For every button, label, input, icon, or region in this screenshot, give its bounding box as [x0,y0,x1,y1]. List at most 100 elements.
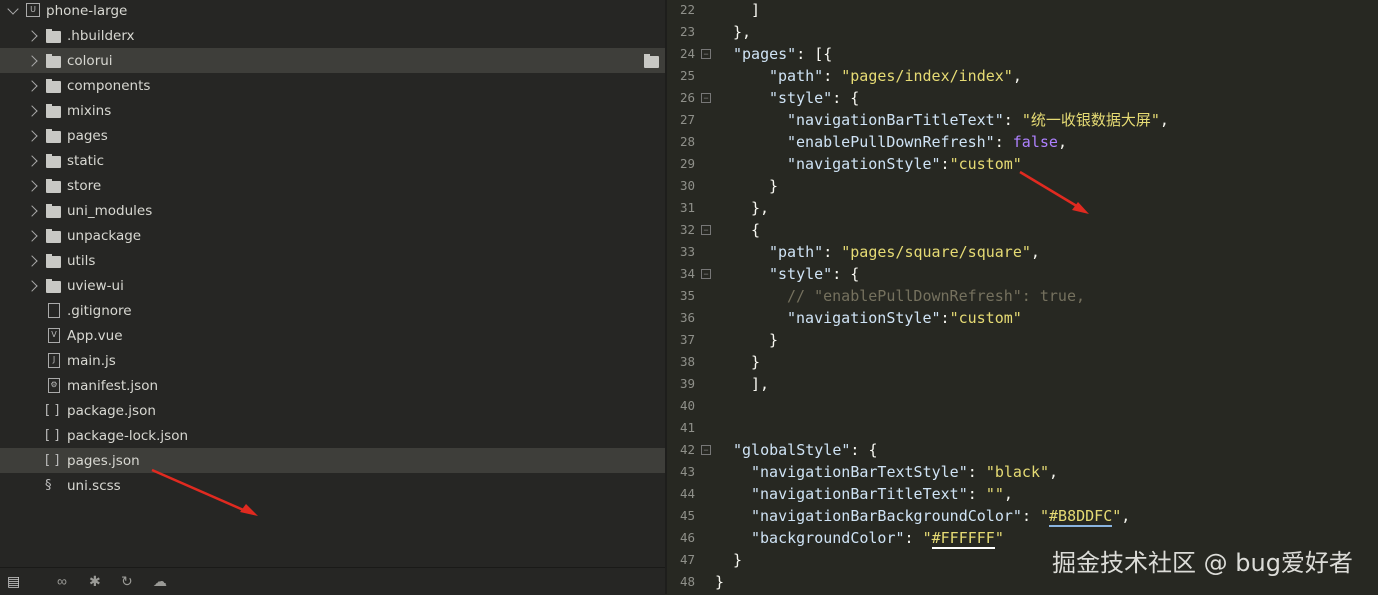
code-token: "style" [769,265,833,283]
code-token: }, [751,199,770,217]
uniapp-project-icon: U [26,3,40,17]
code-token: "path" [769,243,824,261]
line-number: 30 [679,178,695,193]
bug-icon[interactable]: ✱ [89,573,101,590]
line-number: 45 [679,508,695,523]
tree-item-label: manifest.json [67,377,159,394]
line-number: 40 [679,398,695,413]
tree-item-uview-ui[interactable]: uview-ui [0,273,665,298]
fold-toggle-icon[interactable]: − [701,225,711,235]
code-token: "globalStyle" [733,441,851,459]
code-line: "globalStyle": { [733,439,878,461]
tree-item-App-vue[interactable]: V App.vue [0,323,665,348]
tree-item-label: uni.scss [67,477,121,494]
tree-item-main-js[interactable]: Jmain.js [0,348,665,373]
line-number: 34 [679,266,695,281]
code-token: "统一收银数据大屏" [1021,111,1160,129]
tree-item-package-lock-json[interactable]: [ ] package-lock.json [0,423,665,448]
code-line: } [751,351,760,373]
code-token: : [{ [796,45,833,63]
explorer-toolbar: ▤ ∞ ✱ ↻ ☁ [0,567,665,595]
code-token: "style" [769,89,833,107]
code-token: "backgroundColor" [751,529,905,547]
tree-item-label: App.vue [67,327,123,344]
tree-item-static[interactable]: static [0,148,665,173]
code-line: "style": { [769,263,859,285]
line-gutter: 22 23 24−25 26−27 28 29 30 31 32−33 34−35 36 37 38 39… [667,0,711,594]
code-token: "custom" [949,155,1022,173]
code-line: "navigationBarTitleText": "", [751,483,1013,505]
code-token: : { [832,265,860,283]
line-number: 39 [679,376,695,391]
project-name: phone-large [46,2,128,19]
code-token: : [967,463,986,481]
cloud-icon[interactable]: ☁ [153,573,167,590]
code-token: : [940,309,950,327]
code-token: } [751,353,761,371]
fold-toggle-icon[interactable]: − [701,93,711,103]
tree-item-uni-scss[interactable]: § uni.scss [0,473,665,498]
folder-icon [46,104,61,118]
red-arrow-editor [1019,170,1089,214]
tree-item-pages[interactable]: pages [0,123,665,148]
code-token: , [1003,485,1013,503]
code-token: "pages/square/square" [841,243,1031,261]
line-number: 38 [679,354,695,369]
tree-item-mixins[interactable]: mixins [0,98,665,123]
chevron-right-icon [26,104,38,117]
code-token: : { [832,89,860,107]
code-line: "navigationStyle":"custom" [787,307,1022,329]
line-number: 32 [679,222,695,237]
code-token: : { [850,441,878,459]
tree-item-manifest-json[interactable]: ⚙ manifest.json [0,373,665,398]
code-token: "navigationBarBackgroundColor" [751,507,1022,525]
code-token: , [1121,507,1131,525]
tree-item-package-json[interactable]: [ ] package.json [0,398,665,423]
code-token: , [1159,111,1169,129]
tree-item-colorui[interactable]: colorui [0,48,665,73]
line-number: 41 [679,420,695,435]
files-icon[interactable]: ▤ [7,573,20,590]
tree-item-uni-modules[interactable]: uni_modules [0,198,665,223]
chevron-right-icon [26,254,38,267]
tree-item-pages-json[interactable]: [ ] pages.json [0,448,665,473]
fold-toggle-icon[interactable]: − [701,445,711,455]
code-line: "navigationBarTextStyle": "black", [751,461,1058,483]
code-line: } [769,175,778,197]
tree-item-label: .gitignore [67,302,132,319]
code-token: ] [751,1,761,19]
fold-toggle-icon[interactable]: − [701,49,711,59]
code-token: "" [985,485,1004,503]
tree-item-label: package.json [67,402,156,419]
code-token: , [1057,133,1067,151]
refresh-icon[interactable]: ↻ [121,573,133,590]
tree-item-components[interactable]: components [0,73,665,98]
line-number: 25 [679,68,695,83]
code-line: "navigationStyle":"custom" [787,153,1022,175]
tree-item-store[interactable]: store [0,173,665,198]
tree-item-hbuilderx[interactable]: .hbuilderx [0,23,665,48]
chevron-right-icon [26,154,38,167]
chevron-right-icon [26,29,38,42]
tree-item-utils[interactable]: utils [0,248,665,273]
code-line: { [751,219,760,241]
tree-item-label: store [67,177,102,194]
code-line: } [715,571,724,593]
code-token: : [904,529,923,547]
code-line: "path": "pages/index/index", [769,65,1022,87]
tree-item-gitignore[interactable]: .gitignore [0,298,665,323]
project-root[interactable]: U phone-large [0,0,665,23]
line-number: 23 [679,24,695,39]
code-line: ] [751,0,760,21]
code-token: " [922,529,932,547]
code-token: "pages" [733,45,797,63]
tree-item-unpackage[interactable]: unpackage [0,223,665,248]
code-token: , [1012,67,1022,85]
code-token: , [1049,463,1059,481]
fold-toggle-icon[interactable]: − [701,269,711,279]
line-number: 33 [679,244,695,259]
json-file-icon: [ ] [45,453,60,468]
chevron-right-icon [26,79,38,92]
open-folder-icon[interactable] [644,54,659,68]
binoculars-icon[interactable]: ∞ [57,573,67,589]
